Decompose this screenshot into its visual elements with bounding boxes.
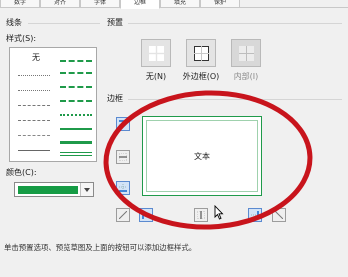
border-inside-vertical-icon	[197, 211, 205, 219]
preset-group-separator	[128, 23, 342, 24]
border-inside-horizontal-icon	[119, 153, 127, 161]
preset-inside-label: 内部(I)	[233, 72, 259, 81]
line-style-list[interactable]: 无	[9, 47, 97, 162]
tab-protection[interactable]: 保护	[200, 0, 240, 8]
line-style-dotted[interactable]	[18, 90, 50, 91]
border-left-button[interactable]	[139, 208, 153, 222]
preset-none-button[interactable]	[141, 39, 171, 67]
tab-font[interactable]: 字体	[80, 0, 120, 8]
line-style-medium-dash-dot-dot[interactable]	[60, 60, 92, 62]
preset-none-label: 无(N)	[145, 72, 167, 81]
line-style-thin[interactable]	[18, 150, 50, 151]
line-style-dash-dot-dot[interactable]	[18, 105, 50, 106]
line-style-slant-dash-dot[interactable]	[60, 72, 92, 74]
line-style-double[interactable]	[60, 152, 92, 156]
line-style-medium-dotted[interactable]	[60, 114, 92, 116]
preset-outline-label: 外边框(O)	[182, 72, 220, 81]
line-style-dash-dot[interactable]	[18, 120, 50, 121]
line-style-medium-dashed[interactable]	[60, 100, 92, 102]
preset-inside-button[interactable]	[231, 39, 261, 67]
line-color-swatch	[18, 186, 78, 194]
preset-outline-icon	[194, 46, 209, 61]
tab-fill[interactable]: 填充	[160, 0, 200, 8]
chevron-down-icon[interactable]	[80, 183, 93, 196]
border-group-separator	[128, 99, 342, 100]
border-inside-horizontal-button[interactable]	[116, 150, 130, 164]
border-group-label: 边框	[107, 94, 123, 103]
tab-border[interactable]: 边框	[120, 0, 160, 9]
border-diagonal-down-button[interactable]	[272, 208, 286, 222]
preset-inside-icon	[239, 46, 254, 61]
line-group-separator	[28, 23, 100, 24]
line-style-label: 样式(S):	[6, 34, 37, 43]
border-preview-text: 文本	[194, 152, 210, 161]
border-diagonal-up-icon	[119, 211, 127, 219]
preset-none-icon	[149, 46, 164, 61]
border-inside-vertical-button[interactable]	[194, 208, 208, 222]
tab-alignment[interactable]: 对齐	[40, 0, 80, 8]
border-top-icon	[119, 120, 127, 128]
line-style-medium-dash-dot[interactable]	[60, 86, 92, 88]
line-color-label: 颜色(C):	[6, 168, 37, 177]
mouse-pointer-icon	[214, 205, 224, 220]
line-style-none[interactable]: 无	[32, 52, 40, 63]
tab-strip: 数字 对齐 字体 边框 填充 保护	[0, 0, 348, 9]
border-top-button[interactable]	[116, 117, 130, 131]
line-color-dropdown[interactable]	[14, 182, 94, 197]
border-diagonal-up-button[interactable]	[116, 208, 130, 222]
tab-number[interactable]: 数字	[0, 0, 40, 8]
preset-outline-button[interactable]	[186, 39, 216, 67]
border-bottom-icon	[119, 184, 127, 192]
border-preview[interactable]: 文本	[142, 116, 262, 196]
border-right-button[interactable]	[248, 208, 262, 222]
hint-text: 单击预置选项、预览草图及上面的按钮可以添加边框样式。	[4, 243, 197, 252]
preset-group-label: 预置	[107, 18, 123, 27]
line-style-dashed[interactable]	[18, 135, 50, 136]
line-style-hair[interactable]	[18, 75, 50, 76]
line-group-label: 线条	[6, 18, 22, 27]
border-bottom-button[interactable]	[116, 181, 130, 195]
border-left-icon	[142, 211, 150, 219]
line-style-medium[interactable]	[60, 128, 92, 130]
border-diagonal-down-icon	[275, 211, 283, 219]
line-style-thick[interactable]	[60, 141, 92, 144]
border-right-icon	[251, 211, 259, 219]
